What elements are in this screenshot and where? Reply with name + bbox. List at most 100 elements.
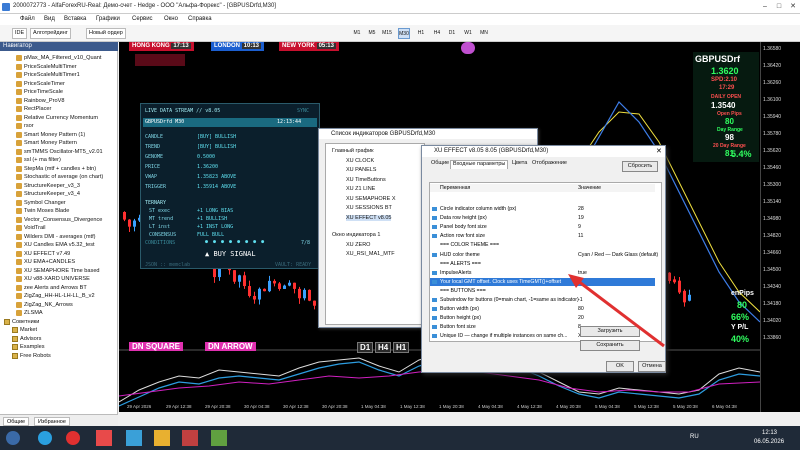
- navigator-item[interactable]: Rainbow_ProV8: [16, 97, 64, 105]
- navigator-item[interactable]: PriceScaleMultiTimer1: [16, 71, 80, 79]
- taskbar-date[interactable]: 06.05.2026: [754, 439, 784, 445]
- start-icon[interactable]: [6, 431, 20, 445]
- new-order-button[interactable]: Новый ордер: [86, 28, 126, 39]
- tf-m15[interactable]: M15: [381, 28, 393, 39]
- indicator-tree-item[interactable]: XU CLOCK: [346, 158, 374, 164]
- ternary-row-value: +1 LONG BIAS: [197, 208, 234, 214]
- navigator-group[interactable]: Advisors: [12, 335, 41, 343]
- indicator-tree-item[interactable]: Окно индикатора 1: [332, 232, 380, 238]
- tf-h1[interactable]: H1: [415, 28, 427, 39]
- navigator-item[interactable]: ZLSMA: [16, 309, 43, 317]
- menu-insert[interactable]: Вставка: [64, 16, 86, 22]
- menu-charts[interactable]: Графики: [96, 16, 120, 22]
- navigator-item[interactable]: Wilders DMI - averages (mtf): [16, 233, 95, 241]
- navigator-item[interactable]: ZigZag_HH-HL-LH-LL_B_v2: [16, 292, 95, 300]
- tf-m5[interactable]: M5: [366, 28, 378, 39]
- navigator-group[interactable]: Free Robots: [12, 352, 51, 360]
- parameter-row[interactable]: Action row font size 11: [430, 232, 655, 240]
- indicator-tree-item[interactable]: XU EFFECT v8.05: [346, 214, 392, 221]
- indicator-icon: [16, 148, 22, 155]
- indicator-tree-item[interactable]: Главный график: [332, 148, 374, 154]
- browser-icon[interactable]: [38, 431, 52, 445]
- menu-help[interactable]: Справка: [188, 16, 212, 22]
- indicator-tree-item[interactable]: XU ZERO: [346, 242, 370, 248]
- menu-tools[interactable]: Сервис: [132, 16, 153, 22]
- navigator-item[interactable]: Smart Money Pattern: [16, 139, 77, 147]
- indicator-tree-item[interactable]: XU TimeButtons: [346, 177, 386, 183]
- navigator-item[interactable]: PriceTimeScale: [16, 88, 63, 96]
- ok-button[interactable]: OK: [606, 361, 634, 372]
- indicator-tree-item[interactable]: XU PANELS: [346, 167, 376, 173]
- navigator-item[interactable]: StructureKeeper_v3_3: [16, 182, 80, 190]
- tab-general[interactable]: Общие: [429, 160, 451, 166]
- indicator-tree-item[interactable]: XU SEMAPHORE X: [346, 196, 396, 202]
- reset-button[interactable]: Сбросить: [622, 161, 658, 172]
- indicator-tree[interactable]: Главный график XU CLOCK XU PANELS XU TimeBu…: [325, 143, 425, 325]
- navigator-item[interactable]: Twin Moses Blade: [16, 207, 69, 215]
- navigator-item[interactable]: StructureKeeper_v3_4: [16, 190, 80, 198]
- parameter-row[interactable]: === ALERTS ===: [430, 260, 655, 268]
- close-button[interactable]: ✕: [788, 2, 798, 12]
- parameter-row[interactable]: === COLOR THEME ===: [430, 241, 655, 249]
- navigator-item[interactable]: XU v88-XARD UNIVERSE: [16, 275, 90, 283]
- navigator-item[interactable]: VoidTrail: [16, 224, 46, 232]
- yandex-icon[interactable]: [66, 431, 80, 445]
- tf-d1[interactable]: D1: [446, 28, 458, 39]
- tf-h4[interactable]: H4: [431, 28, 443, 39]
- navigator-item[interactable]: PriceScaleTimer: [16, 80, 65, 88]
- tab-colors[interactable]: Цвета: [510, 160, 529, 166]
- tf-w1[interactable]: W1: [462, 28, 474, 39]
- navigator-item[interactable]: Smart Money Pattern (1): [16, 131, 85, 139]
- app-icon-3[interactable]: [182, 430, 198, 446]
- indicator-tree-item[interactable]: XU_RSI_MA1_MTF: [346, 251, 395, 257]
- tab-favorites[interactable]: Избранное: [34, 417, 70, 426]
- maximize-button[interactable]: □: [774, 2, 784, 12]
- tf-m30[interactable]: M30: [398, 28, 410, 39]
- tab-inputs[interactable]: Входные параметры: [450, 160, 509, 169]
- navigator-item[interactable]: rsor: [16, 122, 34, 130]
- close-icon[interactable]: ✕: [656, 147, 662, 155]
- parameter-row[interactable]: Circle indicator column width (px) 28: [430, 205, 655, 213]
- minimize-button[interactable]: –: [760, 2, 770, 12]
- parameter-row[interactable]: Panel body font size 9: [430, 223, 655, 231]
- navigator-group[interactable]: Examples: [12, 343, 45, 351]
- indicator-tree-item[interactable]: XU Z1 LINE: [346, 186, 375, 192]
- navigator-item[interactable]: Symbol Changer: [16, 199, 66, 207]
- menu-window[interactable]: Окно: [164, 16, 178, 22]
- tf-mn[interactable]: MN: [478, 28, 490, 39]
- app-icon-4[interactable]: [211, 430, 227, 446]
- navigator-item[interactable]: Vector_Consensus_Divergence: [16, 216, 102, 224]
- navigator-item[interactable]: pMax_MA_Filtered_v10_Quant: [16, 54, 101, 62]
- tab-common[interactable]: Общие: [3, 417, 30, 426]
- navigator-item[interactable]: RectPlacer: [16, 105, 51, 113]
- navigator-item[interactable]: ZigZag_NK_Arrows: [16, 301, 73, 309]
- menu-file[interactable]: Файл: [20, 16, 35, 22]
- navigator-group[interactable]: Советники: [4, 318, 39, 326]
- navigator-item[interactable]: PriceScaleMultiTimer: [16, 63, 77, 71]
- navigator-item[interactable]: XU EMA+CANDLES: [16, 258, 75, 266]
- ide-button[interactable]: IDE: [12, 28, 28, 39]
- taskbar-time[interactable]: 12:13: [762, 430, 777, 436]
- indicator-tree-item[interactable]: XU SESSIONS BT: [346, 205, 392, 211]
- navigator-item[interactable]: XU Candles EMA v5.32_test: [16, 241, 95, 249]
- navigator-group[interactable]: Market: [12, 326, 37, 334]
- menu-view[interactable]: Вид: [44, 16, 55, 22]
- navigator-item[interactable]: StepMa (mtf + candles + btn): [16, 165, 96, 173]
- navigator-item[interactable]: ssl (+ ma filter): [16, 156, 61, 164]
- folder-icon[interactable]: [154, 430, 170, 446]
- navigator-item[interactable]: smTMMS Oscillator-MT5_v2.01: [16, 148, 103, 156]
- cancel-button[interactable]: Отмена: [638, 361, 666, 372]
- app-icon-1[interactable]: [96, 430, 112, 446]
- tab-display[interactable]: Отображение: [530, 160, 569, 166]
- navigator-item[interactable]: XU EFFECT v7.49: [16, 250, 70, 258]
- algotrading-button[interactable]: Алготрейдинг: [30, 28, 71, 39]
- parameter-row[interactable]: HUD color theme Cyan / Red — Dark Glass (…: [430, 251, 658, 259]
- navigator-item[interactable]: XU SEMAPHORE Time based: [16, 267, 100, 275]
- parameter-row[interactable]: Data row height (px) 19: [430, 214, 655, 222]
- navigator-item[interactable]: Relative Currency Momentum: [16, 114, 98, 122]
- keyboard-language[interactable]: RU: [690, 434, 699, 440]
- app-icon-2[interactable]: [126, 430, 142, 446]
- navigator-item[interactable]: Stochastic of average (on chart): [16, 173, 103, 181]
- navigator-item[interactable]: zee Alerts and Arrows BT: [16, 284, 87, 292]
- tf-m1[interactable]: M1: [351, 28, 363, 39]
